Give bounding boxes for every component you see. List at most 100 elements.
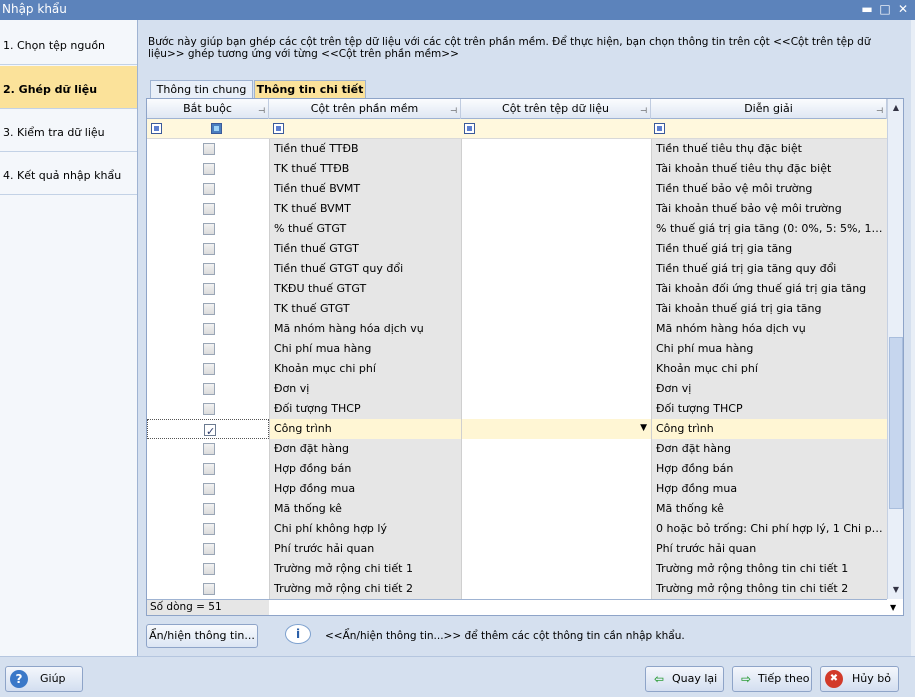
table-row[interactable]: Chi phí không hợp lý 0 hoặc bỏ trống: Chi… [147, 519, 887, 539]
required-checkbox[interactable] [203, 443, 215, 455]
required-cell[interactable] [147, 199, 269, 219]
required-cell[interactable] [147, 439, 269, 459]
table-row[interactable]: Đối tượng THCP Đối tượng THCP [147, 399, 887, 419]
table-row[interactable]: Hợp đồng mua Hợp đồng mua [147, 479, 887, 499]
required-checkbox[interactable] [203, 223, 215, 235]
required-checkbox[interactable] [203, 243, 215, 255]
pin-icon[interactable]: ⊣ [258, 101, 265, 120]
required-checkbox[interactable] [203, 403, 215, 415]
required-cell[interactable] [147, 259, 269, 279]
required-checkbox[interactable] [203, 283, 215, 295]
close-icon[interactable]: ✕ [894, 1, 912, 17]
file-column-cell[interactable]: ▼ [461, 419, 651, 439]
required-cell[interactable] [147, 219, 269, 239]
required-checkbox[interactable] [203, 303, 215, 315]
table-row[interactable]: TKĐU thuế GTGT Tài khoản đối ứng thuế giá… [147, 279, 887, 299]
tab-detail-info[interactable]: Thông tin chi tiết [254, 80, 366, 98]
required-cell[interactable] [147, 539, 269, 559]
required-cell[interactable] [147, 579, 269, 599]
column-header-software[interactable]: Cột trên phần mềm ⊣ [269, 99, 461, 119]
table-row[interactable]: Công trình▼Công trình [147, 419, 887, 439]
required-cell[interactable] [147, 319, 269, 339]
minimize-icon[interactable]: ▬ [858, 1, 876, 17]
required-checkbox[interactable] [203, 363, 215, 375]
table-row[interactable]: TK thuế BVMT Tài khoản thuế bảo vệ môi tr… [147, 199, 887, 219]
file-column-cell[interactable] [461, 479, 651, 499]
file-column-cell[interactable] [461, 559, 651, 579]
required-checkbox[interactable] [203, 503, 215, 515]
table-row[interactable]: Mã nhóm hàng hóa dịch vụ Mã nhóm hàng hóa… [147, 319, 887, 339]
file-column-cell[interactable] [461, 139, 651, 159]
cancel-button[interactable]: ✖ Hủy bỏ [820, 666, 899, 692]
vertical-scrollbar[interactable]: ▲ ▼ [887, 99, 903, 599]
required-cell[interactable] [147, 399, 269, 419]
required-checkbox[interactable] [203, 143, 215, 155]
required-checkbox[interactable] [203, 203, 215, 215]
file-column-cell[interactable] [461, 459, 651, 479]
required-checkbox[interactable] [203, 543, 215, 555]
scroll-down-icon[interactable]: ▼ [888, 582, 903, 598]
file-column-cell[interactable] [461, 499, 651, 519]
file-column-cell[interactable] [461, 339, 651, 359]
required-checkbox[interactable] [203, 523, 215, 535]
required-cell[interactable] [147, 459, 269, 479]
required-cell[interactable] [147, 479, 269, 499]
step-map-data[interactable]: 2. Ghép dữ liệu [0, 66, 137, 109]
required-cell[interactable] [147, 419, 269, 439]
file-column-cell[interactable] [461, 279, 651, 299]
dropdown-arrow-icon[interactable]: ▼ [640, 419, 647, 438]
required-checkbox[interactable] [203, 183, 215, 195]
file-column-cell[interactable] [461, 439, 651, 459]
file-column-cell[interactable] [461, 359, 651, 379]
required-cell[interactable] [147, 499, 269, 519]
pin-icon[interactable]: ⊣ [450, 101, 457, 120]
file-column-cell[interactable] [461, 179, 651, 199]
file-column-cell[interactable] [461, 379, 651, 399]
maximize-icon[interactable]: □ [876, 1, 894, 17]
tab-general-info[interactable]: Thông tin chung [150, 80, 253, 98]
table-row[interactable]: Khoản mục chi phí Khoản mục chi phí [147, 359, 887, 379]
step-check-data[interactable]: 3. Kiểm tra dữ liệu [0, 109, 137, 152]
table-row[interactable]: Tiền thuế TTĐB Tiền thuế tiêu thụ đặc biệ… [147, 139, 887, 159]
step-import-result[interactable]: 4. Kết quả nhập khẩu [0, 152, 137, 195]
file-column-cell[interactable] [461, 539, 651, 559]
table-row[interactable]: Đơn đặt hàng Đơn đặt hàng [147, 439, 887, 459]
required-cell[interactable] [147, 139, 269, 159]
next-button[interactable]: ⇨ Tiếp theo [732, 666, 812, 692]
required-checkbox[interactable] [203, 563, 215, 575]
table-row[interactable]: % thuế GTGT % thuế giá trị gia tăng (0: 0… [147, 219, 887, 239]
table-row[interactable]: Mã thống kê Mã thống kê [147, 499, 887, 519]
filter-software-icon[interactable] [273, 123, 284, 134]
required-cell[interactable] [147, 299, 269, 319]
required-checkbox[interactable] [203, 323, 215, 335]
table-row[interactable]: Tiền thuế GTGT Tiền thuế giá trị gia tăng [147, 239, 887, 259]
file-column-cell[interactable] [461, 579, 651, 599]
required-checkbox[interactable] [203, 383, 215, 395]
scroll-up-icon[interactable]: ▲ [888, 100, 903, 116]
column-header-required[interactable]: Bắt buộc ⊣ [147, 99, 269, 119]
help-button[interactable]: ? Giúp [5, 666, 83, 692]
table-row[interactable]: Trường mở rộng chi tiết 1 Trường mở rộng … [147, 559, 887, 579]
filter-row-icon[interactable] [151, 123, 162, 134]
required-cell[interactable] [147, 279, 269, 299]
required-cell[interactable] [147, 359, 269, 379]
scroll-thumb[interactable] [889, 337, 903, 509]
file-column-cell[interactable] [461, 159, 651, 179]
filter-description-icon[interactable] [654, 123, 665, 134]
table-row[interactable]: Hợp đồng bán Hợp đồng bán [147, 459, 887, 479]
back-button[interactable]: ⇦ Quay lại [645, 666, 724, 692]
required-cell[interactable] [147, 559, 269, 579]
table-row[interactable]: TK thuế GTGT Tài khoản thuế giá trị gia t… [147, 299, 887, 319]
required-cell[interactable] [147, 179, 269, 199]
required-checkbox[interactable] [203, 343, 215, 355]
file-column-cell[interactable] [461, 219, 651, 239]
required-checkbox[interactable] [203, 163, 215, 175]
required-checkbox[interactable] [203, 483, 215, 495]
file-column-cell[interactable] [461, 299, 651, 319]
filter-required-icon[interactable] [211, 123, 222, 134]
table-row[interactable]: Tiền thuế GTGT quy đổi Tiền thuế giá trị … [147, 259, 887, 279]
file-column-cell[interactable] [461, 259, 651, 279]
file-column-cell[interactable] [461, 199, 651, 219]
required-cell[interactable] [147, 339, 269, 359]
required-checkbox[interactable] [203, 583, 215, 595]
